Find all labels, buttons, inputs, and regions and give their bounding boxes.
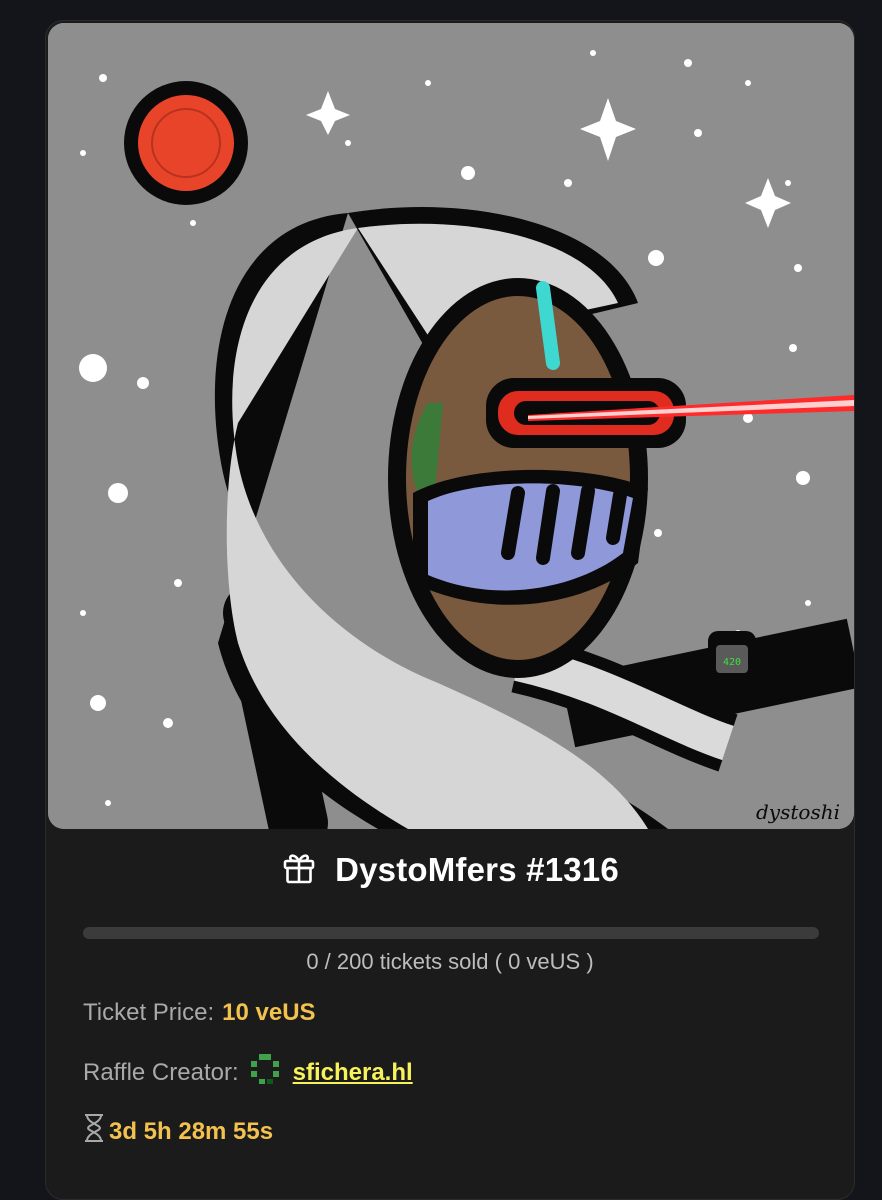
raffle-creator-link[interactable]: sfichera.hl: [293, 1059, 413, 1087]
ticket-price-row: Ticket Price: 10 veUS: [83, 999, 316, 1027]
raffle-creator-label: Raffle Creator:: [83, 1058, 239, 1086]
raffle-card[interactable]: 420 dystoshi DystoMfers #1316 0 / 200 ti…: [45, 20, 855, 1200]
raffle-creator-row: Raffle Creator: sfichera.hl: [83, 1051, 413, 1094]
artwork-illustration: 420 dystoshi: [48, 23, 854, 829]
raffle-title[interactable]: DystoMfers #1316: [335, 851, 619, 889]
artist-signature: dystoshi: [756, 800, 840, 824]
hourglass-icon: [83, 1113, 105, 1150]
tickets-progress-bar: [83, 927, 819, 939]
tickets-sold-text: 0 / 200 tickets sold ( 0 veUS ): [306, 949, 594, 974]
title-row: DystoMfers #1316: [46, 849, 854, 890]
watch-digits: 420: [723, 657, 741, 668]
countdown-timer: 3d 5h 28m 55s: [109, 1117, 274, 1145]
nft-artwork[interactable]: 420 dystoshi: [48, 23, 854, 829]
ticket-price-label: Ticket Price:: [83, 999, 215, 1026]
pixel-avatar-icon: [247, 1051, 283, 1094]
countdown-row: 3d 5h 28m 55s: [83, 1113, 273, 1150]
gift-icon: [281, 849, 317, 890]
ticket-price-value: 10 veUS: [222, 999, 316, 1026]
